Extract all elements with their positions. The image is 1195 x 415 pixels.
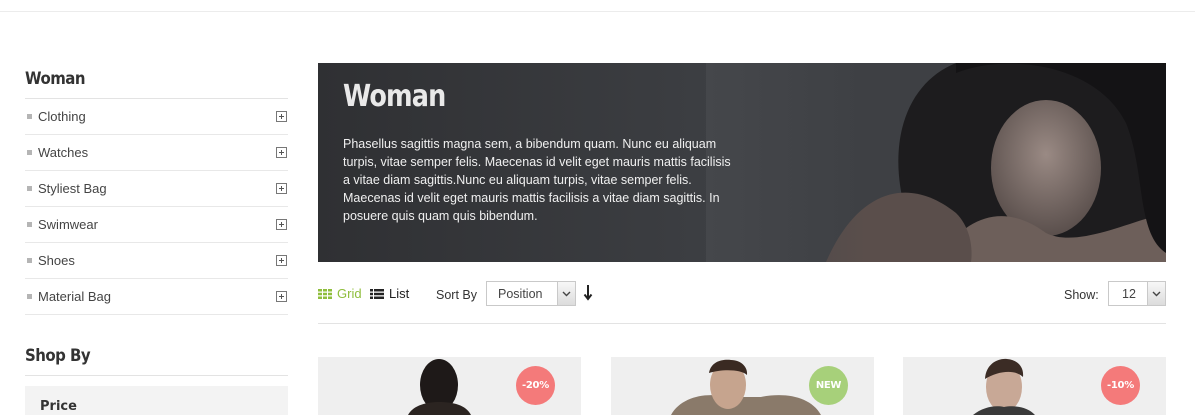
bullet-icon: [27, 114, 32, 119]
expand-plus-icon[interactable]: [276, 291, 287, 302]
product-card[interactable]: -20%: [318, 357, 581, 415]
bullet-icon: [27, 150, 32, 155]
grid-view-label: Grid: [337, 286, 362, 301]
category-item-styliest-bag[interactable]: Styliest Bag: [25, 171, 288, 207]
category-list: Clothing Watches Styliest Bag Swimwear S…: [25, 99, 288, 315]
banner-description: Phasellus sagittis magna sem, a bibendum…: [343, 137, 731, 223]
sort-direction-arrow-icon[interactable]: [582, 282, 594, 302]
model-photo: [706, 63, 1166, 262]
sort-by-select[interactable]: Position: [486, 281, 576, 306]
shop-by-title: Shop By: [25, 346, 91, 366]
chevron-down-icon: [557, 282, 575, 305]
discount-badge: -10%: [1101, 366, 1140, 405]
product-card[interactable]: NEW: [611, 357, 874, 415]
expand-plus-icon[interactable]: [276, 111, 287, 122]
category-label: Swimwear: [38, 217, 98, 232]
category-label: Watches: [38, 145, 89, 160]
category-label: Material Bag: [38, 289, 111, 304]
bullet-icon: [27, 258, 32, 263]
category-item-watches[interactable]: Watches: [25, 135, 288, 171]
category-banner: Woman Phasellus sagittis magna sem, a bi…: [318, 63, 1166, 262]
bullet-icon: [27, 222, 32, 227]
bullet-icon: [27, 294, 32, 299]
new-badge: NEW: [809, 366, 848, 405]
sort-by-value: Position: [498, 286, 543, 301]
shop-by-header: Shop By: [25, 339, 288, 376]
expand-plus-icon[interactable]: [276, 219, 287, 230]
sidebar: Woman Clothing Watches Styliest Bag Swim…: [25, 62, 288, 415]
header-divider: [0, 11, 1195, 12]
expand-plus-icon[interactable]: [276, 255, 287, 266]
category-label: Styliest Bag: [38, 181, 107, 196]
sort-by-label: Sort By: [436, 288, 477, 302]
show-limit-select[interactable]: 12: [1108, 281, 1166, 306]
category-block-title: Woman: [25, 69, 85, 89]
category-item-swimwear[interactable]: Swimwear: [25, 207, 288, 243]
list-view-toggle[interactable]: List: [370, 286, 409, 301]
chevron-down-icon: [1147, 282, 1165, 305]
bullet-icon: [27, 186, 32, 191]
category-item-clothing[interactable]: Clothing: [25, 99, 288, 135]
show-limit-value: 12: [1122, 286, 1136, 301]
category-label: Shoes: [38, 253, 75, 268]
category-item-material-bag[interactable]: Material Bag: [25, 279, 288, 315]
price-filter-label: Price: [40, 399, 77, 414]
expand-plus-icon[interactable]: [276, 147, 287, 158]
product-toolbar: Grid List Sort By Position Show: 12: [318, 278, 1166, 324]
shop-by-block: Shop By Price: [25, 339, 288, 415]
category-label: Clothing: [38, 109, 86, 124]
list-view-label: List: [389, 286, 410, 301]
banner-title: Woman: [343, 79, 446, 114]
category-block-header: Woman: [25, 62, 288, 99]
discount-badge: -20%: [516, 366, 555, 405]
show-limit-label: Show:: [1064, 288, 1099, 302]
expand-plus-icon[interactable]: [276, 183, 287, 194]
product-card[interactable]: -10%: [903, 357, 1166, 415]
list-icon: [370, 288, 384, 299]
grid-view-toggle[interactable]: Grid: [318, 286, 362, 301]
price-filter-header[interactable]: Price: [25, 386, 288, 415]
category-item-shoes[interactable]: Shoes: [25, 243, 288, 279]
grid-icon: [318, 288, 332, 299]
